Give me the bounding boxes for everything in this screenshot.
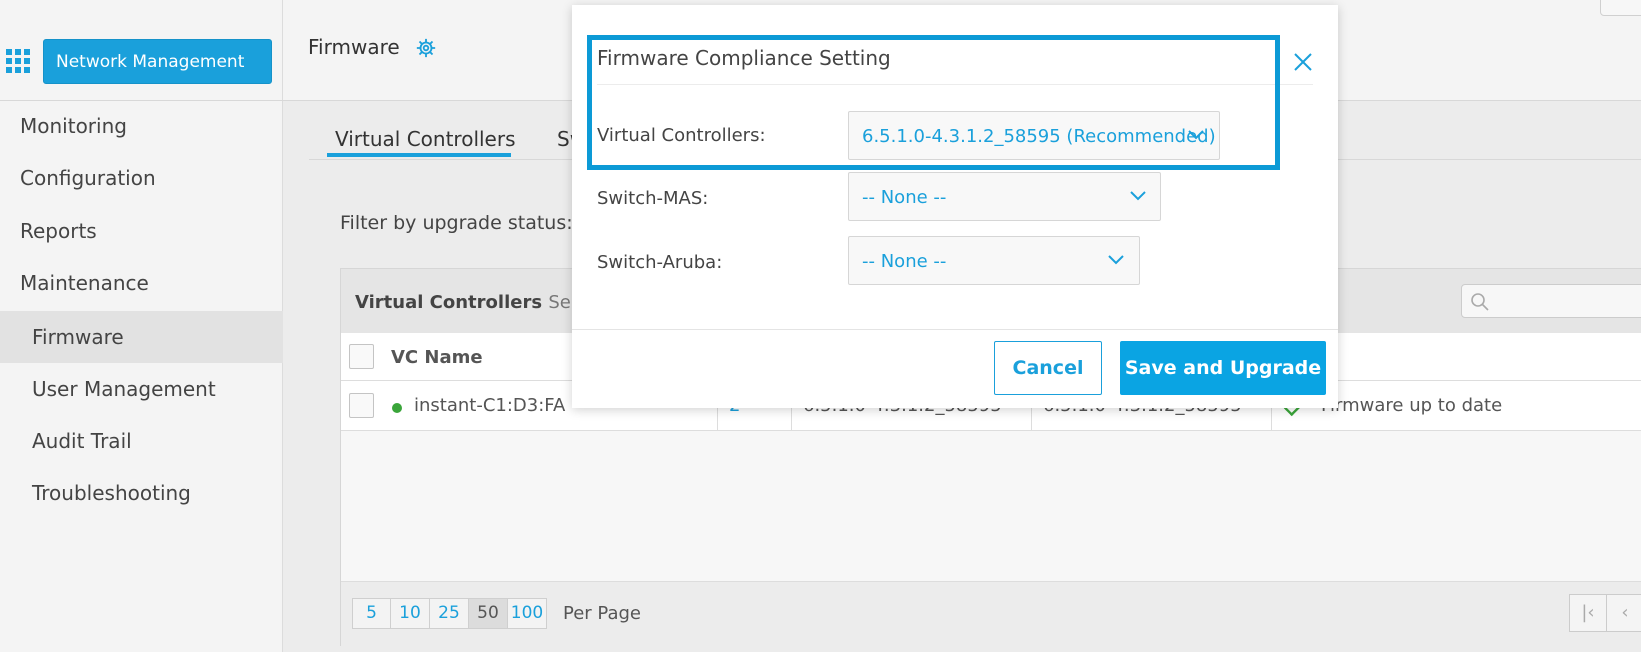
sidebar-header: Network Management	[0, 0, 283, 101]
firmware-compliance-dialog: Firmware Compliance Setting Virtual Cont…	[572, 5, 1338, 408]
nav-reports[interactable]: Reports	[20, 219, 97, 243]
filter-label: Filter by upgrade status:	[340, 212, 573, 234]
chevron-down-icon	[1130, 191, 1146, 201]
search-icon	[1471, 293, 1489, 311]
gear-icon[interactable]	[415, 37, 437, 59]
switch-aruba-value: -- None --	[862, 251, 947, 272]
prev-page-icon[interactable]: ‹	[1606, 594, 1641, 632]
switch-aruba-label: Switch-Aruba:	[597, 252, 723, 273]
switch-mas-label: Switch-MAS:	[597, 188, 709, 209]
active-tab-indicator	[327, 153, 511, 157]
sidebar-item-user-management[interactable]: User Management	[0, 363, 283, 415]
chevron-down-icon	[1188, 130, 1204, 140]
virtual-controllers-label: Virtual Controllers:	[597, 125, 766, 146]
apps-grid-icon[interactable]	[6, 49, 30, 73]
page-size-50[interactable]: 50	[468, 598, 508, 629]
sidebar-item-audit-trail[interactable]: Audit Trail	[0, 415, 283, 467]
status-online-dot	[392, 403, 402, 413]
nav-monitoring[interactable]: Monitoring	[20, 114, 127, 138]
nav-configuration[interactable]: Configuration	[20, 166, 156, 190]
page-size-5[interactable]: 5	[352, 598, 391, 629]
page-size-10[interactable]: 10	[390, 598, 430, 629]
save-and-upgrade-button[interactable]: Save and Upgrade	[1120, 341, 1326, 395]
network-management-button[interactable]: Network Management	[43, 39, 272, 84]
select-all-checkbox[interactable]	[349, 344, 374, 369]
dialog-footer-divider	[572, 329, 1338, 330]
per-page-label: Per Page	[563, 603, 641, 624]
column-vc-name[interactable]: VC Name	[391, 347, 483, 368]
page-size-selector: 5 10 25 50 100	[352, 598, 547, 629]
switch-aruba-select[interactable]: -- None --	[848, 236, 1140, 285]
page-size-100[interactable]: 100	[507, 598, 547, 629]
sidebar-item-firmware[interactable]: Firmware	[0, 311, 283, 363]
status-cell: Firmware up to date	[1321, 395, 1503, 416]
close-icon[interactable]	[1290, 49, 1316, 75]
vc-name-cell: instant-C1:D3:FA	[414, 395, 566, 416]
virtual-controllers-select[interactable]: 6.5.1.0-4.3.1.2_58595 (Recommended)	[848, 111, 1220, 160]
switch-mas-value: -- None --	[862, 187, 947, 208]
table-search-input[interactable]	[1461, 284, 1641, 318]
page-size-25[interactable]: 25	[429, 598, 469, 629]
first-page-icon[interactable]: |‹	[1569, 594, 1607, 632]
table-footer: 5 10 25 50 100 Per Page |‹ ‹	[341, 581, 1641, 647]
chevron-down-icon	[1108, 255, 1124, 265]
sidebar-item-troubleshooting[interactable]: Troubleshooting	[0, 467, 283, 519]
row-checkbox[interactable]	[349, 393, 374, 418]
pagination-nav: |‹ ‹	[1569, 594, 1641, 632]
page-title: Firmware	[308, 35, 400, 59]
tab-virtual-controllers[interactable]: Virtual Controllers	[335, 127, 516, 151]
cancel-button[interactable]: Cancel	[994, 341, 1102, 395]
virtual-controllers-value: 6.5.1.0-4.3.1.2_58595 (Recommended)	[862, 126, 1216, 147]
top-search-box[interactable]	[1600, 0, 1641, 16]
dialog-title: Firmware Compliance Setting	[597, 46, 891, 70]
sidebar: Network Management Monitoring Configurat…	[0, 0, 283, 652]
switch-mas-select[interactable]: -- None --	[848, 172, 1161, 221]
dialog-title-divider	[597, 84, 1313, 85]
table-title-text: Virtual Controllers	[355, 292, 543, 313]
nav-maintenance[interactable]: Maintenance	[20, 271, 149, 295]
